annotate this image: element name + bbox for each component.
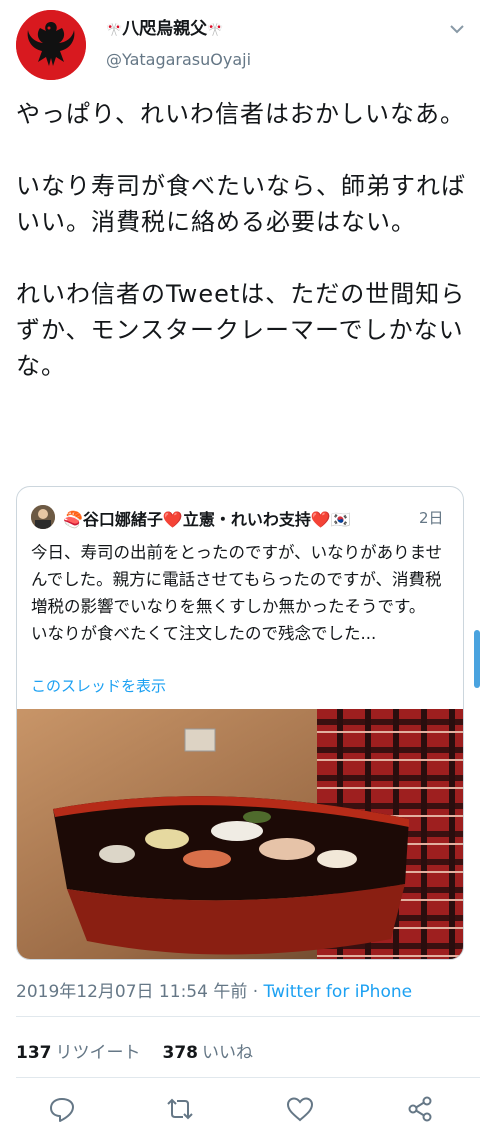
quoted-tweet-text: 今日、寿司の出前をとったのですが、いなりがありませんでした。親方に電話させてもら… [31,543,443,643]
avatar[interactable] [16,10,86,80]
tweet-text: やっぱり、れいわ信者はおかしいなあ。 いなり寿司が食べたいなら、師弟すればいい。… [16,100,466,380]
divider [16,1016,480,1017]
like-count[interactable]: 378 [163,1043,199,1063]
tweet-timestamp: 2019年12月07日 11:54 午前 [16,982,248,1002]
quoted-avatar [31,505,55,529]
flag-icon: 🎌 [207,23,224,38]
user-handle[interactable]: @YatagarasuOyaji [106,50,251,69]
source-link[interactable]: Twitter for iPhone [264,982,413,1002]
retweet-count[interactable]: 137 [16,1043,52,1063]
like-label[interactable]: いいね [202,1043,253,1063]
divider [16,1077,480,1078]
scrollbar[interactable] [474,630,480,688]
show-thread-link[interactable]: このスレッドを表示 [31,675,166,696]
quoted-tweet[interactable]: 🍣谷口娜緒子❤️立憲・れいわ支持❤️🇰🇷 2日 今日、寿司の出前をとったのですが… [16,486,464,960]
chevron-down-icon[interactable] [446,18,468,40]
tweet-meta: 2019年12月07日 11:54 午前 · Twitter for iPhon… [16,977,412,1002]
tweet-header: 🎌八咫烏親父🎌 @YatagarasuOyaji [0,0,480,90]
display-name[interactable]: 🎌八咫烏親父🎌 [106,14,223,39]
sushi-bowl-photo-icon[interactable] [17,709,463,959]
tweet-stats: 137 リツイート 378 いいね [16,1038,275,1063]
quoted-tweet-header: 🍣谷口娜緒子❤️立憲・れいわ支持❤️🇰🇷 2日 [31,505,451,529]
quoted-display-name: 🍣谷口娜緒子❤️立憲・れいわ支持❤️🇰🇷 [63,510,351,529]
meta-separator: · [252,982,259,1002]
flag-icon: 🎌 [106,23,123,38]
display-name-text: 八咫烏親父 [122,19,208,39]
quoted-timestamp: 2日 [419,509,444,527]
share-icon[interactable] [405,1094,435,1124]
retweet-label[interactable]: リツイート [56,1043,141,1063]
action-bar [0,1090,480,1130]
like-icon[interactable] [285,1094,315,1124]
reply-icon[interactable] [47,1094,77,1124]
yatagarasu-crow-logo-icon [16,10,86,80]
retweet-icon[interactable] [165,1094,195,1124]
